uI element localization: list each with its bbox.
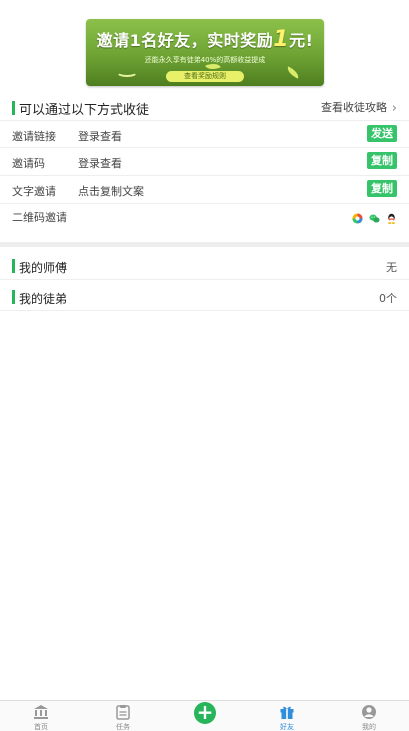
tab-label: 我的 xyxy=(362,723,376,731)
reward-rules-button[interactable]: 查看奖励规则 xyxy=(166,71,244,82)
bank-icon xyxy=(34,705,48,719)
task-icon xyxy=(116,705,130,720)
master-value: 无 xyxy=(386,261,397,274)
disciples-count: 0个 xyxy=(379,292,397,305)
tab-label: 好友 xyxy=(280,723,294,731)
qq-icon[interactable] xyxy=(386,213,397,224)
leaf-icon xyxy=(285,66,301,79)
plus-icon: + xyxy=(194,702,216,724)
tab-tasks[interactable]: 任务 xyxy=(82,701,164,731)
bottom-tab-bar: 首页 任务 + 好友 我的 xyxy=(0,700,409,731)
qr-invite-row: 二维码邀请 xyxy=(0,204,409,242)
tab-label: 任务 xyxy=(116,723,130,731)
row-value[interactable]: 点击复制文案 xyxy=(78,183,144,199)
section-divider xyxy=(0,242,409,247)
row-label: 邀请链接 xyxy=(12,130,56,143)
row-value[interactable]: 登录查看 xyxy=(78,128,122,144)
banner-title: 邀请1名好友，实时奖励1元! xyxy=(96,27,314,52)
gift-icon xyxy=(280,706,294,719)
tab-add[interactable]: + xyxy=(164,701,246,731)
swirl-decoration xyxy=(116,67,138,77)
moments-icon[interactable] xyxy=(352,213,363,224)
tab-home[interactable]: 首页 xyxy=(0,701,82,731)
row-label: 文字邀请 xyxy=(12,185,56,198)
master-row[interactable]: 我的师傅 无 xyxy=(0,250,409,280)
disciples-row[interactable]: 我的徒弟 0个 xyxy=(0,281,409,311)
section-accent-bar xyxy=(12,290,15,304)
wechat-icon[interactable] xyxy=(369,213,380,224)
disciples-label: 我的徒弟 xyxy=(19,292,68,306)
section-accent-bar xyxy=(12,101,15,115)
invite-link-row: 邀请链接 登录查看 发送 xyxy=(0,120,409,148)
banner-subtitle: 还能永久享有徒弟40%的高额收益提成 xyxy=(144,56,266,64)
row-value[interactable]: 登录查看 xyxy=(78,155,122,171)
row-label: 二维码邀请 xyxy=(12,211,67,224)
invite-banner[interactable]: 邀请1名好友，实时奖励1元! 还能永久享有徒弟40%的高额收益提成 查看奖励规则 xyxy=(86,19,324,86)
tab-label: 首页 xyxy=(34,723,48,731)
guide-link[interactable]: 查看收徒攻略 xyxy=(321,99,387,115)
invite-code-row: 邀请码 登录查看 复制 xyxy=(0,148,409,176)
tab-profile[interactable]: 我的 xyxy=(328,701,409,731)
row-label: 邀请码 xyxy=(12,157,45,170)
chevron-right-icon[interactable]: › xyxy=(392,101,397,116)
send-button[interactable]: 发送 xyxy=(367,125,397,142)
tab-friends[interactable]: 好友 xyxy=(246,701,328,731)
section-accent-bar xyxy=(12,259,15,273)
copy-code-button[interactable]: 复制 xyxy=(367,152,397,169)
master-label: 我的师傅 xyxy=(19,261,68,275)
copy-text-button[interactable]: 复制 xyxy=(367,180,397,197)
user-icon xyxy=(362,705,376,719)
text-invite-row: 文字邀请 点击复制文案 复制 xyxy=(0,176,409,204)
invite-section-title: 可以通过以下方式收徒 xyxy=(19,103,150,118)
